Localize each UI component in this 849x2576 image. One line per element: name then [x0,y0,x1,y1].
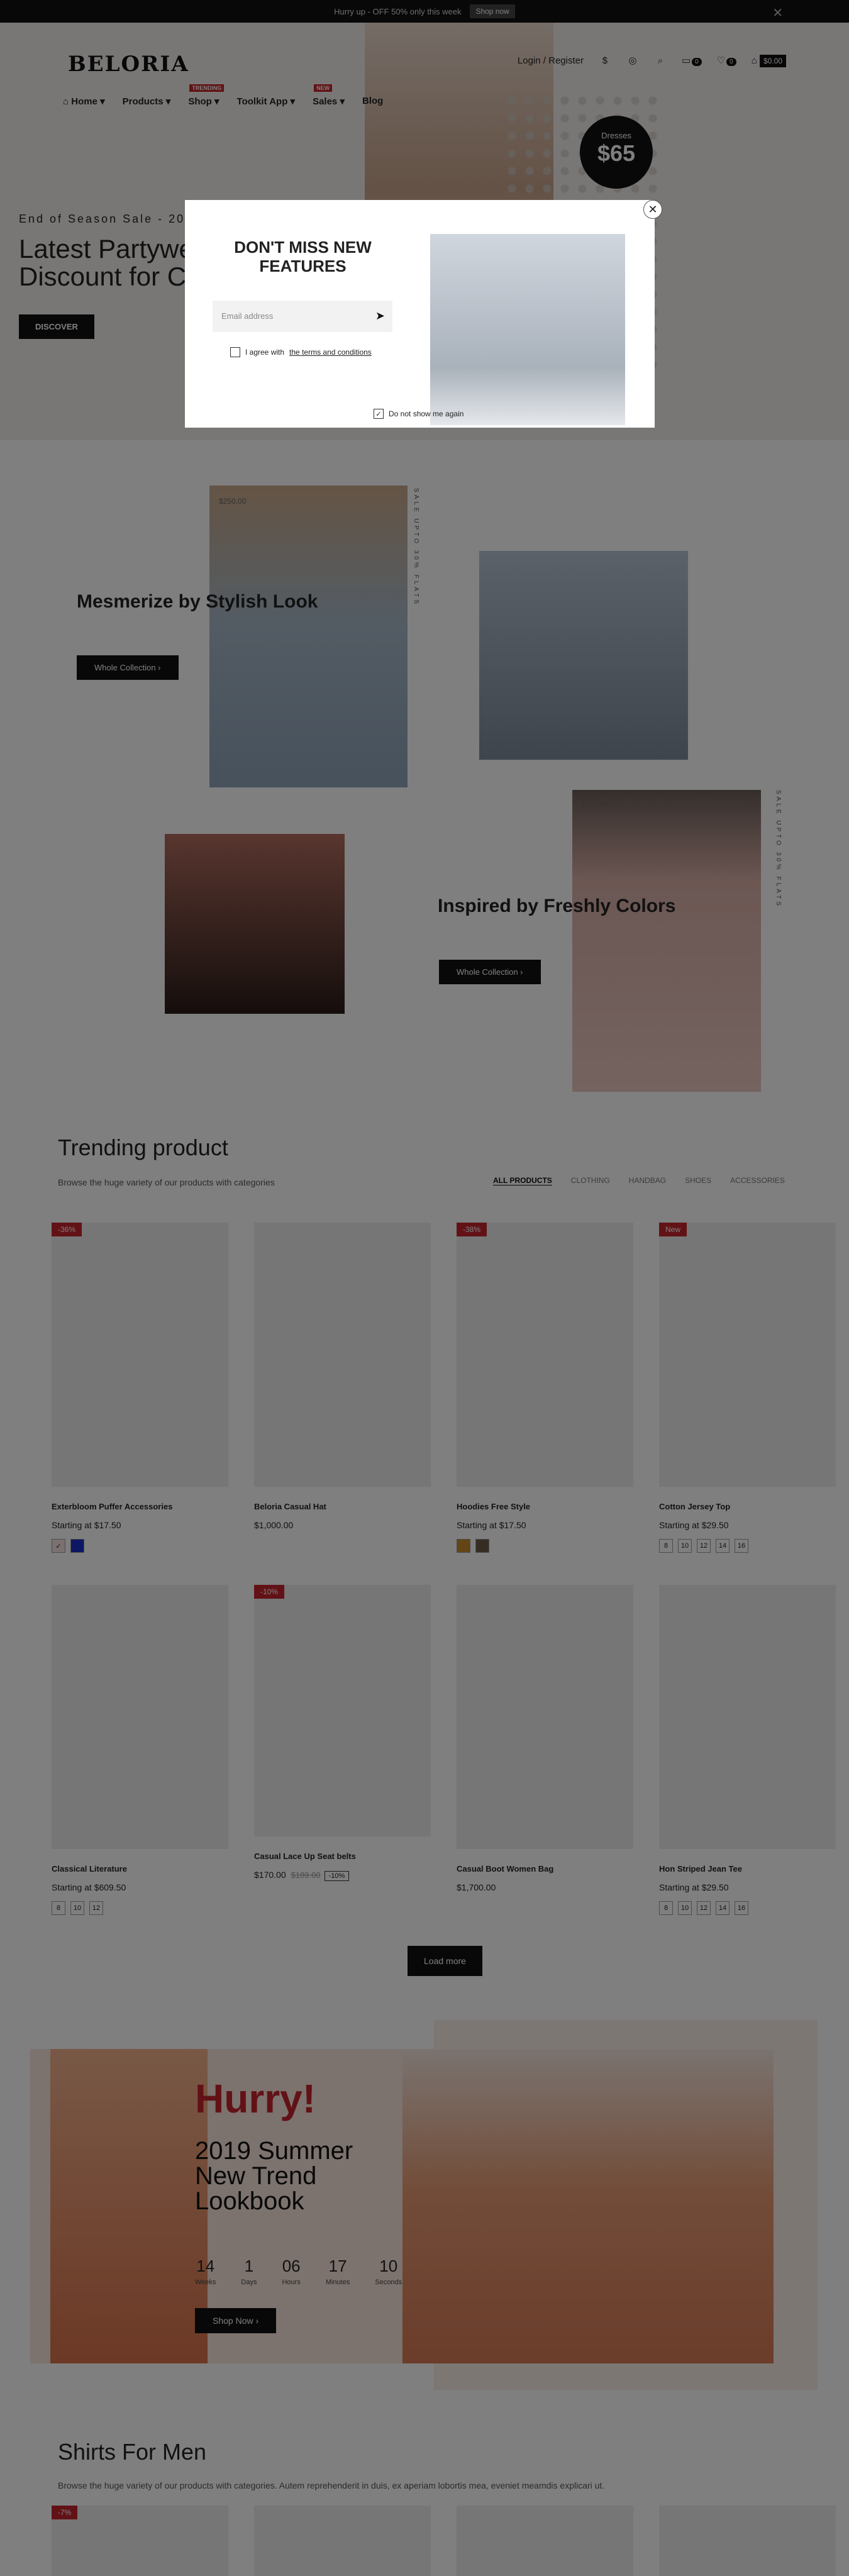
send-icon[interactable]: ➤ [375,309,385,323]
close-icon[interactable]: ✕ [643,200,662,219]
terms-checkbox[interactable] [230,347,240,357]
modal-image [430,234,625,425]
terms-checkbox-row[interactable]: I agree with the terms and conditions [230,347,372,357]
modal-title: DON'T MISS NEW FEATURES [234,238,372,275]
email-field[interactable]: Email address ➤ [213,301,392,332]
terms-link[interactable]: the terms and conditions [289,348,372,357]
do-not-show-row[interactable]: ✓ Do not show me again [374,409,463,419]
newsletter-modal: ✕ DON'T MISS NEW FEATURES Email address ➤… [185,200,662,428]
check-icon[interactable]: ✓ [374,409,384,419]
